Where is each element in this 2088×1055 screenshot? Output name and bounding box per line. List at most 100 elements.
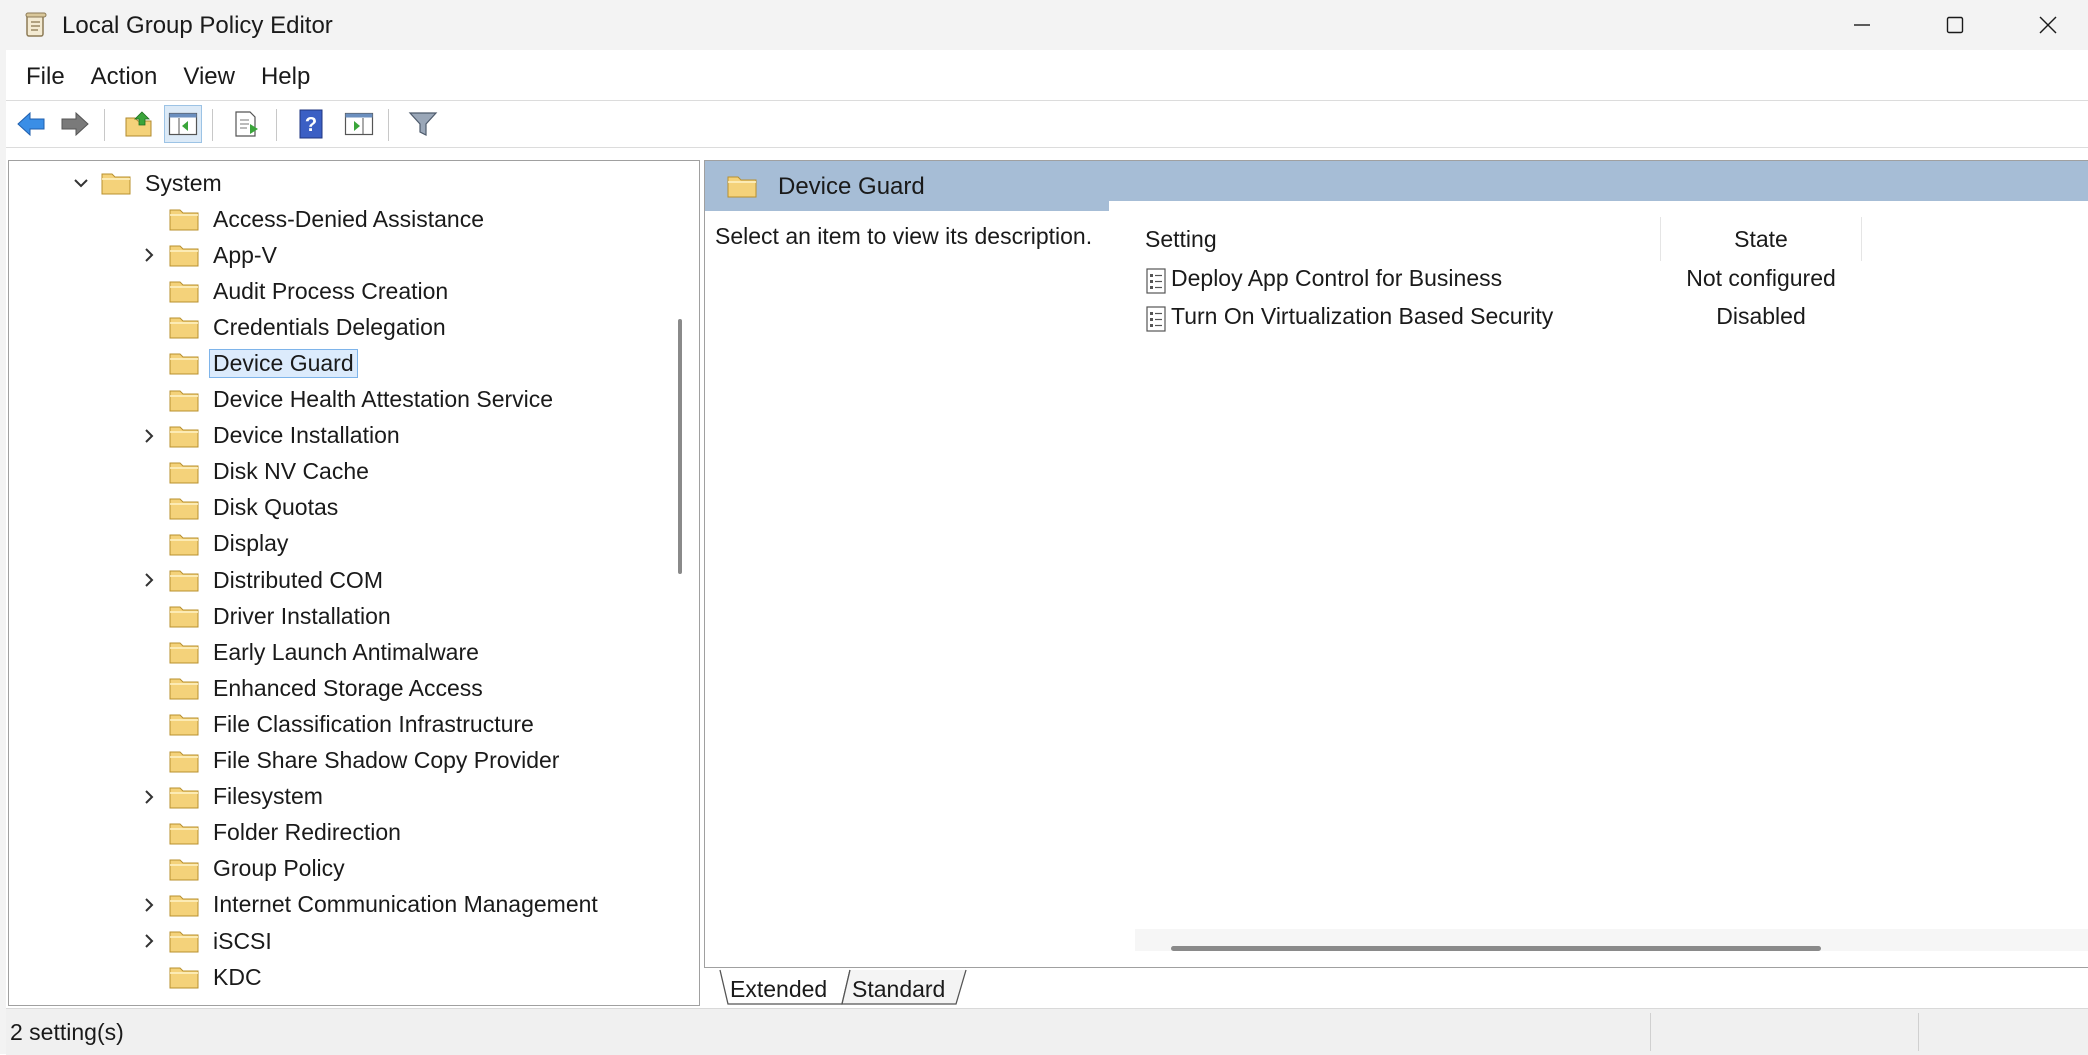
tree-item[interactable]: Device Installation	[139, 418, 404, 454]
tree-item[interactable]: Driver Installation	[139, 598, 395, 634]
tree-item[interactable]: Folder Redirection	[139, 815, 405, 851]
expander-placeholder	[139, 201, 159, 237]
expander-placeholder	[139, 670, 159, 706]
setting-state: Disabled	[1716, 303, 1806, 329]
folder-icon	[169, 787, 199, 809]
tree-item[interactable]: iSCSI	[139, 923, 276, 959]
tree-item-system[interactable]: System	[71, 165, 226, 201]
expander-placeholder	[139, 382, 159, 418]
menu-bar: File Action View Help	[6, 55, 2088, 99]
tree-item-label: Early Launch Antimalware	[213, 638, 479, 665]
tree-pane[interactable]: System Access-Denied Assistance App-V Audi…	[8, 160, 700, 1006]
filter-button[interactable]	[404, 105, 442, 143]
up-one-level-button[interactable]	[120, 105, 158, 143]
tree-item[interactable]: Early Launch Antimalware	[139, 634, 483, 670]
tree-item[interactable]: File Share Shadow Copy Provider	[139, 743, 563, 779]
expand-chevron-icon[interactable]	[139, 887, 159, 923]
tree-item[interactable]: Disk Quotas	[139, 490, 342, 526]
menu-action[interactable]: Action	[78, 55, 171, 99]
horizontal-scrollbar-thumb[interactable]	[1171, 946, 1821, 951]
tree-item[interactable]: Display	[139, 526, 292, 562]
folder-icon	[169, 606, 199, 628]
expand-chevron-icon[interactable]	[139, 779, 159, 815]
tree-item[interactable]: File Classification Infrastructure	[139, 706, 538, 742]
tree-item-label: Device Health Attestation Service	[213, 386, 554, 412]
tree-item-label: System	[145, 169, 222, 196]
tree-item-label: KDC	[213, 963, 262, 990]
status-separator	[1918, 1013, 1919, 1051]
menu-file[interactable]: File	[6, 55, 78, 99]
expander-placeholder	[139, 815, 159, 851]
show-hide-tree-button[interactable]	[164, 105, 202, 143]
tree-item[interactable]: Device Guard	[139, 345, 358, 381]
help-button[interactable]: ?	[292, 105, 330, 143]
folder-icon	[169, 859, 199, 881]
settings-list-header: Setting State	[1135, 217, 2088, 261]
folder-icon	[169, 317, 199, 339]
forward-button[interactable]	[56, 105, 94, 143]
expand-chevron-icon[interactable]	[139, 562, 159, 598]
expander-placeholder	[139, 273, 159, 309]
expander-placeholder	[139, 309, 159, 345]
description-text: Select an item to view its description.	[715, 223, 1093, 249]
tree-item-label: Device Installation	[213, 422, 400, 449]
tree-item[interactable]: Audit Process Creation	[139, 273, 452, 309]
tree-item[interactable]: App-V	[139, 237, 281, 273]
minimize-icon	[1854, 24, 1870, 26]
tree-item-label: Driver Installation	[213, 602, 391, 629]
column-header-state[interactable]: State	[1661, 217, 1862, 261]
toolbar-separator	[212, 109, 213, 141]
folder-icon	[169, 534, 199, 556]
show-hide-action-pane-button[interactable]	[340, 105, 378, 143]
tree-item[interactable]: Filesystem	[139, 779, 327, 815]
setting-name: Turn On Virtualization Based Security	[1171, 303, 1554, 329]
settings-row[interactable]: Deploy App Control for Business Not conf…	[1135, 261, 2085, 299]
column-header-setting[interactable]: Setting	[1135, 217, 1661, 261]
back-button[interactable]	[12, 105, 50, 143]
folder-icon	[169, 751, 199, 772]
tree-item[interactable]: KDC	[139, 959, 266, 995]
menu-view[interactable]: View	[170, 55, 248, 99]
tree-item[interactable]: Group Policy	[139, 851, 349, 887]
folder-icon	[169, 678, 199, 700]
folder-icon	[169, 967, 199, 989]
tree-item[interactable]: Internet Communication Management	[139, 887, 602, 923]
folder-icon	[169, 281, 199, 303]
tree-item-label: Filesystem	[213, 783, 323, 810]
tree-item[interactable]: Credentials Delegation	[139, 309, 450, 345]
folder-icon	[169, 895, 199, 917]
status-text: 2 setting(s)	[10, 1019, 124, 1045]
tree-item[interactable]: Device Health Attestation Service	[139, 382, 557, 418]
tree-item[interactable]: Access-Denied Assistance	[139, 201, 488, 237]
tree-scrollbar[interactable]	[678, 319, 682, 574]
export-list-button[interactable]	[228, 105, 266, 143]
expand-chevron-icon[interactable]	[139, 237, 159, 273]
tree-item[interactable]: Distributed COM	[139, 562, 387, 598]
up-folder-icon	[125, 111, 152, 137]
tree-item-label: Display	[213, 530, 289, 557]
menu-help[interactable]: Help	[248, 55, 323, 99]
expander-placeholder	[139, 345, 159, 381]
expander-placeholder	[139, 526, 159, 562]
close-button[interactable]	[2002, 0, 2088, 50]
tab-extended[interactable]: Extended	[730, 972, 827, 1006]
tree-item[interactable]: Disk NV Cache	[139, 454, 373, 490]
tree-item[interactable]: Enhanced Storage Access	[139, 670, 487, 706]
tree-item-label: Distributed COM	[213, 566, 383, 593]
toolbar-separator	[388, 109, 389, 141]
tab-standard[interactable]: Standard	[852, 972, 945, 1006]
minimize-button[interactable]	[1816, 0, 1908, 50]
expand-chevron-icon[interactable]	[139, 923, 159, 959]
show-hide-tree-icon	[168, 112, 198, 136]
expand-chevron-icon[interactable]	[139, 418, 159, 454]
maximize-button[interactable]	[1909, 0, 2001, 50]
collapse-chevron-icon[interactable]	[71, 165, 91, 201]
folder-icon	[169, 390, 199, 411]
header-band-cutout	[1109, 201, 2088, 213]
details-pane: Device Guard Select an item to view its …	[704, 160, 2088, 968]
tree-item-label: Enhanced Storage Access	[213, 674, 483, 701]
folder-icon	[169, 498, 199, 520]
details-title: Device Guard	[778, 173, 925, 200]
settings-row[interactable]: Turn On Virtualization Based Security Di…	[1135, 299, 2085, 337]
gpedit-window: Local Group Policy Editor File Action Vi…	[6, 0, 2088, 1055]
